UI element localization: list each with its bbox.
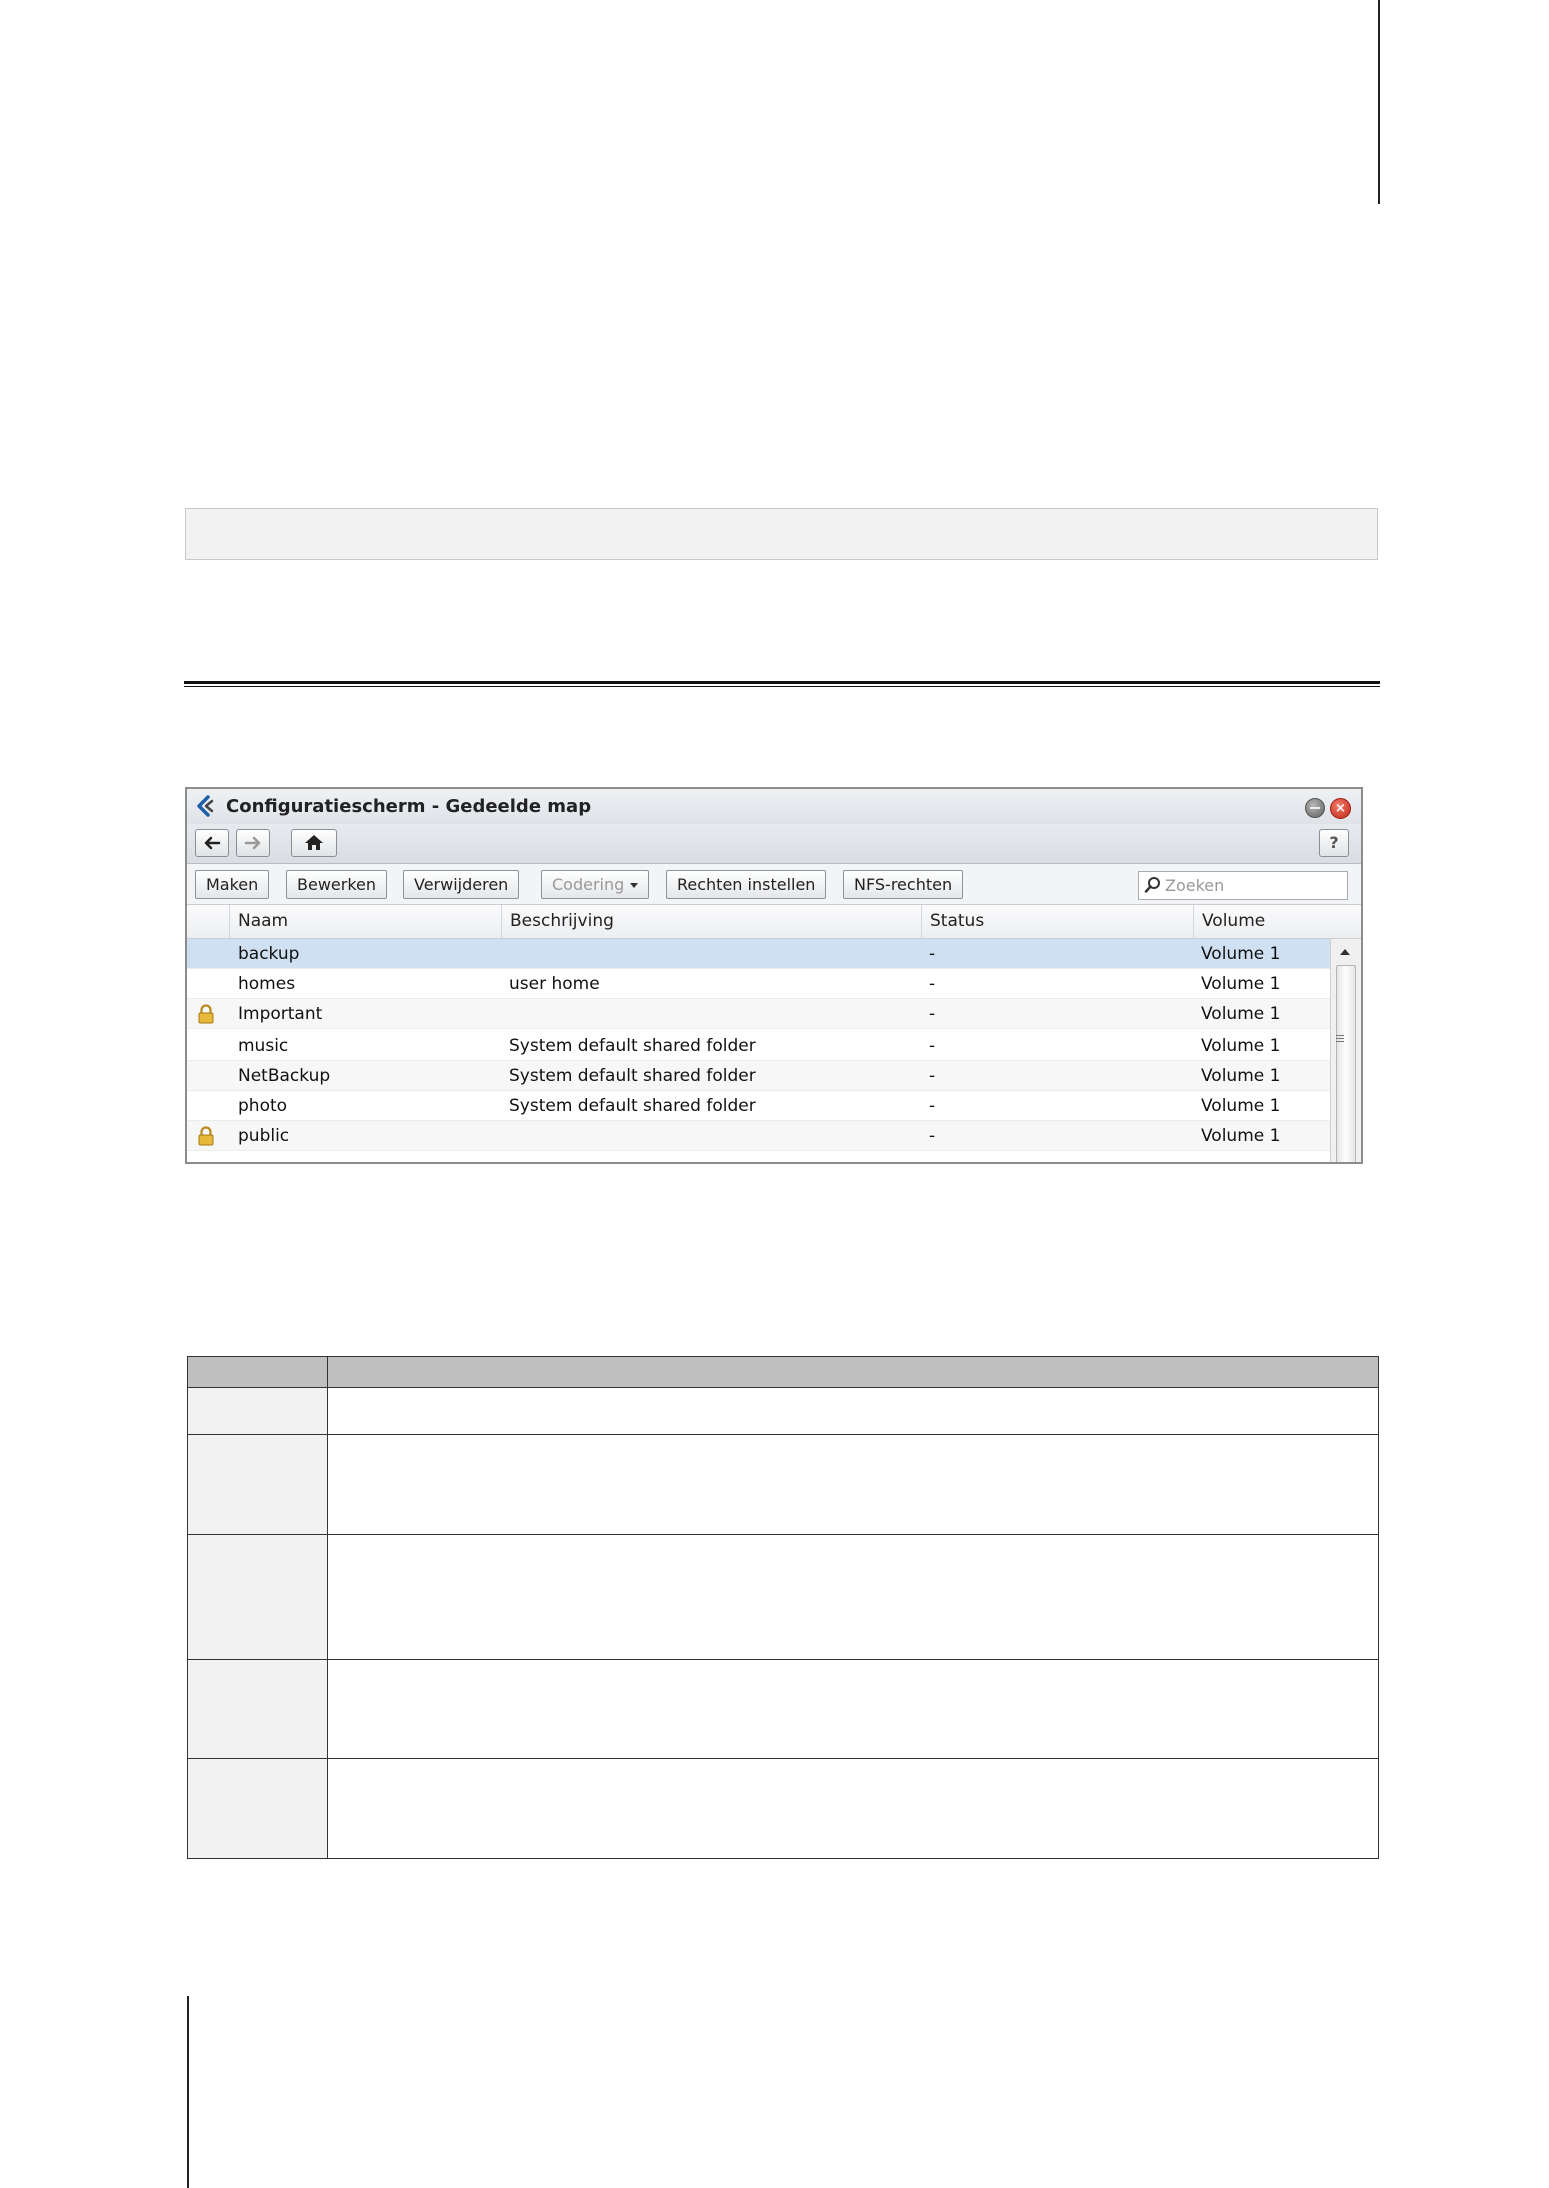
folder-volume: Volume 1 [1201,1004,1281,1024]
table-cell [187,1534,328,1660]
table-header-cell [327,1356,1379,1388]
table-row [187,1387,1379,1435]
search-icon [1144,877,1160,893]
encoding-dropdown[interactable]: Codering [541,870,650,899]
table-cell [187,1434,328,1535]
scroll-up-icon[interactable] [1340,949,1350,955]
action-toolbar: Maken Bewerken Verwijderen Codering Rech… [187,864,1361,905]
column-header-volume[interactable]: Volume [1193,905,1332,938]
folder-description: System default shared folder [509,1036,756,1056]
app-logo-icon [197,795,214,817]
table-cell [327,1534,1379,1660]
table-cell [187,1659,328,1759]
column-header-status[interactable]: Status [921,905,1193,938]
folder-name: homes [238,974,296,994]
folder-volume: Volume 1 [1201,1126,1281,1146]
grid-header: Naam Beschrijving Status Volume [187,905,1361,939]
search-input[interactable]: Zoeken [1138,871,1348,900]
table-cell [187,1387,328,1435]
folder-description: System default shared folder [509,1096,756,1116]
table-row [187,1758,1379,1859]
table-cell [327,1387,1379,1435]
folder-volume: Volume 1 [1201,1096,1281,1116]
column-header-name[interactable]: Naam [229,905,501,938]
table-row[interactable]: photo System default shared folder - Vol… [187,1091,1332,1121]
create-button[interactable]: Maken [195,870,270,899]
table-row[interactable]: backup - Volume 1 [187,939,1332,969]
page-edge-line-bottom [187,1996,189,2188]
table-row[interactable]: NetBackup System default shared folder -… [187,1061,1332,1091]
table-cell [327,1659,1379,1759]
lock-icon [198,1004,214,1024]
encoding-label: Codering [552,875,625,894]
lock-icon [198,1126,214,1146]
folder-name: Important [238,1004,323,1024]
arrow-left-icon [204,836,221,850]
section-rule [184,681,1380,684]
back-button[interactable] [195,829,229,857]
folder-list: backup - Volume 1 homes user home - Volu… [187,939,1332,1162]
search-placeholder: Zoeken [1165,876,1225,895]
folder-status: - [929,1004,936,1024]
navigation-bar: ? [187,824,1361,864]
folder-status: - [929,1096,936,1116]
shared-folder-window: Configuratiescherm - Gedeelde map × ? Ma… [185,787,1363,1164]
page-edge-line-top [1378,0,1380,204]
help-button[interactable]: ? [1319,829,1349,857]
table-header-row [187,1356,1379,1388]
gray-note-bar [185,508,1378,560]
section-rule-thin [184,686,1380,687]
scrollbar-thumb[interactable] [1336,965,1356,1162]
folder-description: System default shared folder [509,1066,756,1086]
table-cell [187,1758,328,1859]
column-header-description[interactable]: Beschrijving [501,905,921,938]
folder-status: - [929,1066,936,1086]
description-table [187,1356,1379,1859]
table-row [187,1534,1379,1660]
nfs-permissions-button[interactable]: NFS-rechten [843,870,964,899]
table-row[interactable]: public - Volume 1 [187,1121,1332,1151]
folder-status: - [929,1126,936,1146]
arrow-right-icon [244,836,261,850]
table-row [187,1434,1379,1535]
table-row[interactable]: homes user home - Volume 1 [187,969,1332,999]
window-title: Configuratiescherm - Gedeelde map [226,796,592,817]
delete-button[interactable]: Verwijderen [403,870,520,899]
folder-name: music [238,1036,289,1056]
folder-name: backup [238,944,300,964]
table-header-cell [187,1356,328,1388]
folder-volume: Volume 1 [1201,1036,1281,1056]
table-row[interactable]: Important - Volume 1 [187,999,1332,1029]
minimize-button[interactable] [1305,798,1325,818]
close-button[interactable]: × [1330,798,1351,819]
folder-description: user home [509,974,600,994]
window-titlebar: Configuratiescherm - Gedeelde map × [187,789,1361,824]
folder-volume: Volume 1 [1201,944,1281,964]
folder-name: public [238,1126,290,1146]
folder-status: - [929,1036,936,1056]
table-row [187,1659,1379,1759]
home-icon [305,835,323,850]
vertical-scrollbar[interactable] [1330,939,1361,1162]
close-icon: × [1335,801,1346,816]
folder-status: - [929,974,936,994]
folder-volume: Volume 1 [1201,974,1281,994]
folder-status: - [929,944,936,964]
grip-icon [1336,1035,1344,1036]
folder-volume: Volume 1 [1201,1066,1281,1086]
edit-button[interactable]: Bewerken [286,870,388,899]
chevron-down-icon [630,883,639,888]
forward-button[interactable] [236,829,270,857]
table-row[interactable]: music System default shared folder - Vol… [187,1031,1332,1061]
table-cell [327,1434,1379,1535]
set-permissions-button[interactable]: Rechten instellen [666,870,827,899]
table-cell [327,1758,1379,1859]
home-button[interactable] [291,829,337,857]
folder-name: NetBackup [238,1066,331,1086]
column-header-icon [187,905,229,938]
folder-name: photo [238,1096,288,1116]
